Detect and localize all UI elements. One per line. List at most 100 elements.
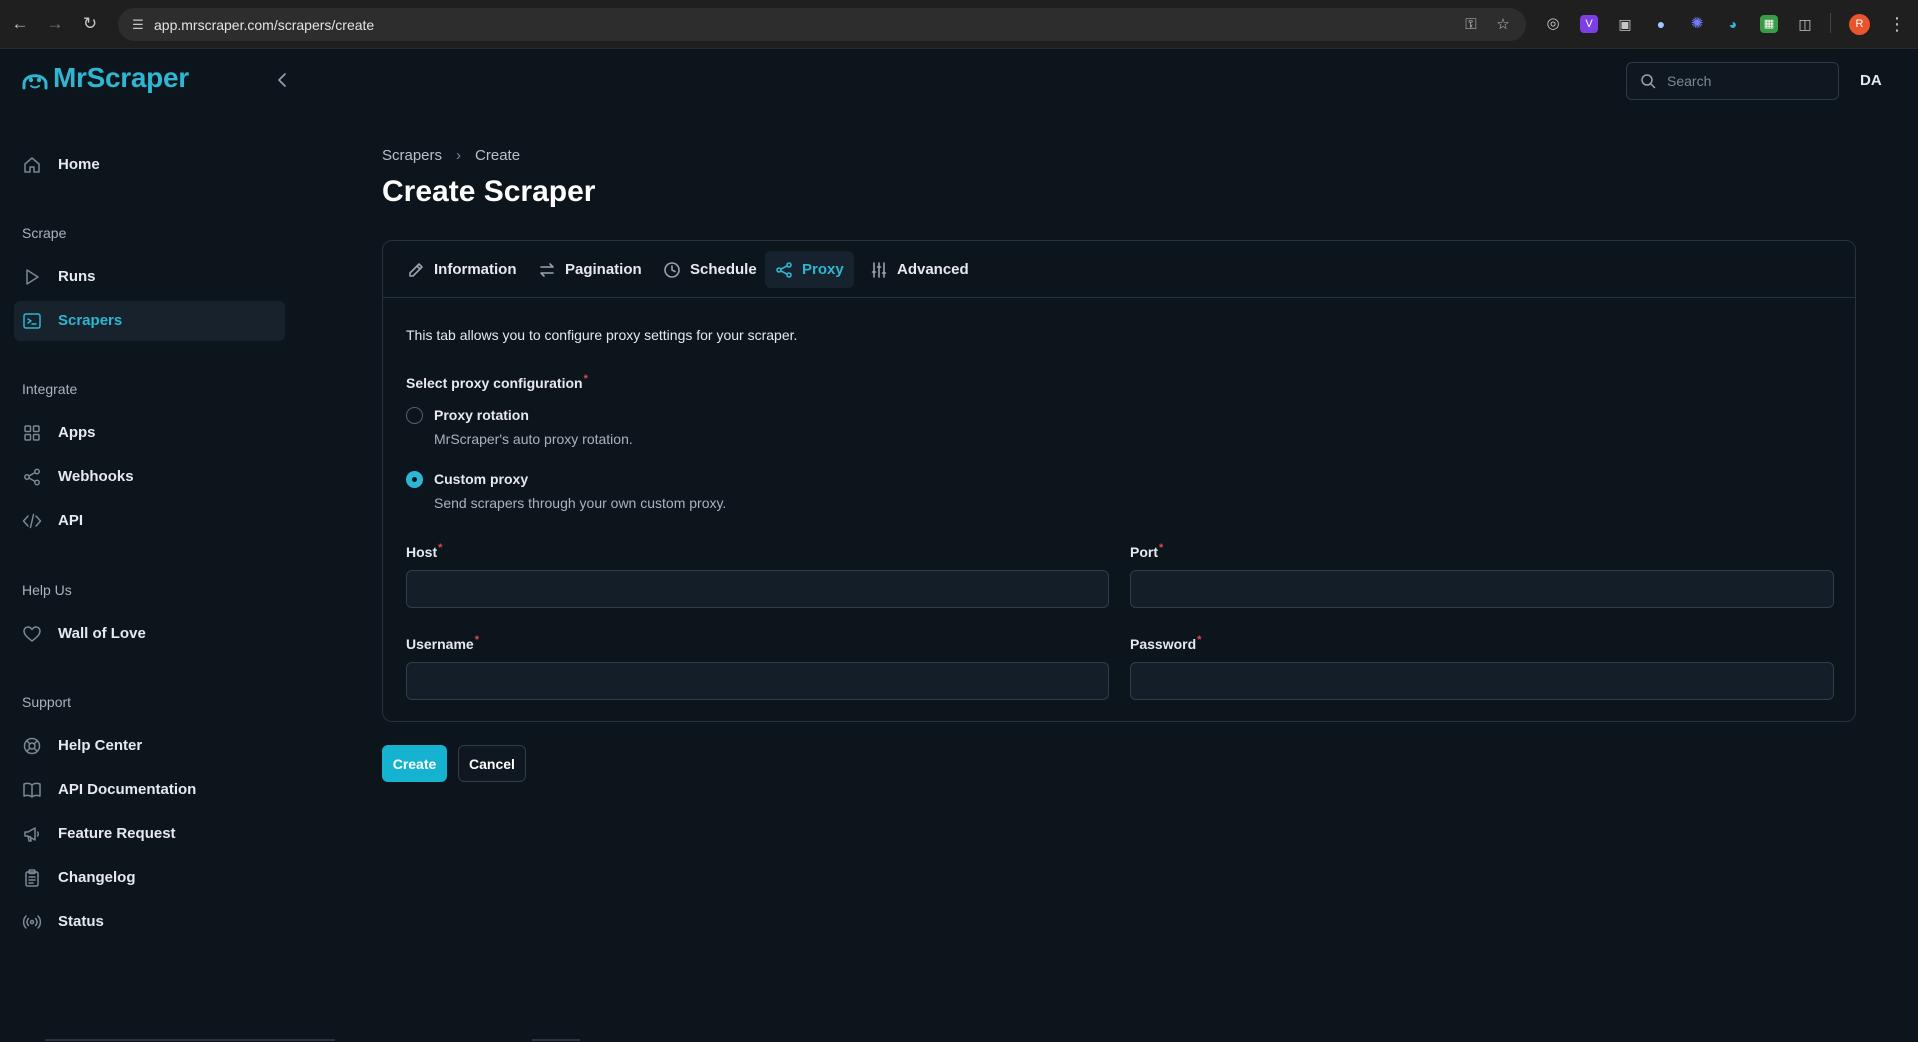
proxy-config-label-text: Select proxy configuration [406,375,583,391]
sidebar-item-scrapers[interactable]: Scrapers [14,301,285,341]
tab-label: Pagination [565,261,642,278]
brand-logo[interactable]: MrScraper [21,62,189,94]
required-marker: * [1197,634,1202,646]
sidebar-item-home[interactable]: Home [14,145,285,185]
section-label-integrate: Integrate [22,381,78,397]
radio-description: Send scrapers through your own custom pr… [434,495,727,511]
grid-icon [22,423,42,443]
sidebar-item-label: Changelog [58,869,136,886]
create-button[interactable]: Create [382,745,447,782]
breadcrumb-link-scrapers[interactable]: Scrapers [382,147,442,164]
tab-label: Information [434,261,517,278]
sidebar-item-api[interactable]: API [14,501,285,541]
megaphone-icon [22,824,42,844]
sidebar-item-label: Wall of Love [58,625,146,642]
toolbar-divider [1830,13,1831,33]
radio-title: Custom proxy [434,471,529,487]
browser-toolbar: ← → ↻ ☰ app.mrscraper.com/scrapers/creat… [0,0,1918,49]
password-input[interactable] [1130,662,1834,700]
username-label: Username* [406,634,479,652]
reload-icon[interactable]: ↻ [79,13,101,35]
sidebar-item-webhooks[interactable]: Webhooks [14,457,285,497]
radio-proxy-rotation[interactable] [406,407,423,424]
browser-menu-icon[interactable]: ⋮ [1888,13,1906,35]
v-extension-icon[interactable]: V [1580,15,1598,33]
share-icon [775,261,793,279]
green-extension-icon[interactable]: ▦ [1760,15,1778,33]
port-label-text: Port [1130,544,1158,560]
sidebar-item-label: API [58,512,84,529]
username-input[interactable] [406,662,1109,700]
lifebuoy-icon [22,736,42,756]
sidebar-item-wall-of-love[interactable]: Wall of Love [14,614,285,654]
host-label-text: Host [406,544,438,560]
tab-proxy[interactable]: Proxy [765,251,854,288]
sidebar-item-status[interactable]: Status [14,902,285,942]
tab-advanced[interactable]: Advanced [860,251,979,288]
username-label-text: Username [406,636,474,652]
radio-custom-proxy[interactable] [406,471,423,488]
sidebar-item-label: Webhooks [58,468,134,485]
address-bar[interactable]: ☰ app.mrscraper.com/scrapers/create ⚿ ☆ [118,8,1526,41]
bottom-scrollbar-thumb [532,1039,580,1041]
radio-description: MrScraper's auto proxy rotation. [434,431,633,447]
brand-name: MrScraper [53,62,189,93]
tab-label: Schedule [690,261,757,278]
page-title: Create Scraper [382,175,596,208]
required-marker: * [438,542,443,554]
sidebar-item-api-documentation[interactable]: API Documentation [14,770,285,810]
browser-profile-avatar[interactable]: R [1849,14,1870,35]
sidebar-item-label: Status [58,913,104,930]
radio-title: Proxy rotation [434,407,529,423]
sidebar-item-apps[interactable]: Apps [14,413,285,453]
site-info-icon[interactable]: ☰ [130,17,146,33]
global-search[interactable] [1626,62,1839,100]
search-input[interactable] [1667,71,1827,91]
section-label-scrape: Scrape [22,225,67,241]
clipboard-icon [22,868,42,888]
tab-label: Proxy [802,261,844,278]
sidebar-item-changelog[interactable]: Changelog [14,858,285,898]
pencil-icon [407,261,425,279]
host-label: Host* [406,542,443,560]
port-label: Port* [1130,542,1164,560]
form-tabs: Information Pagination Schedule Proxy Ad… [383,241,1855,298]
tab-label: Advanced [897,261,969,278]
sidebar-item-help-center[interactable]: Help Center [14,726,285,766]
signal-icon [22,912,42,932]
tab-information[interactable]: Information [397,251,527,288]
scraper-form-card: Information Pagination Schedule Proxy Ad… [382,240,1856,722]
sidebar-item-label: Home [58,156,100,173]
mrscraper-extension-icon[interactable]: ◕ [1724,15,1742,33]
password-key-icon[interactable]: ⚿ [1462,16,1480,34]
magnifier-extension-icon[interactable]: ● [1652,15,1670,33]
sidebar-item-feature-request[interactable]: Feature Request [14,814,285,854]
sidebar-item-label: Runs [58,268,96,285]
gear-extension-icon[interactable]: ✺ [1688,15,1706,33]
forward-icon[interactable]: → [44,13,66,35]
host-input[interactable] [406,570,1109,608]
sidebar-item-runs[interactable]: Runs [14,257,285,297]
back-icon[interactable]: ← [9,13,31,35]
password-label: Password* [1130,634,1202,652]
share-icon [22,467,42,487]
extensions-puzzle-icon[interactable]: ◫ [1796,15,1814,33]
required-marker: * [1159,542,1164,554]
collapse-sidebar-button[interactable] [273,70,293,90]
cancel-button[interactable]: Cancel [458,745,526,782]
globe-extension-icon[interactable]: ◎ [1544,15,1562,33]
tab-pagination[interactable]: Pagination [528,251,652,288]
terminal-icon [22,311,42,331]
search-icon [1641,74,1656,89]
camera-extension-icon[interactable]: ▣ [1616,15,1634,33]
sidebar-item-label: API Documentation [58,781,197,798]
breadcrumb-current: Create [475,147,521,164]
bookmark-star-icon[interactable]: ☆ [1494,16,1512,34]
heart-icon [22,624,42,644]
clock-icon [663,261,681,279]
address-url[interactable]: app.mrscraper.com/scrapers/create [154,17,374,33]
port-input[interactable] [1130,570,1834,608]
user-avatar[interactable]: DA [1860,72,1882,89]
sidebar-item-label: Scrapers [58,312,123,329]
tab-schedule[interactable]: Schedule [653,251,767,288]
